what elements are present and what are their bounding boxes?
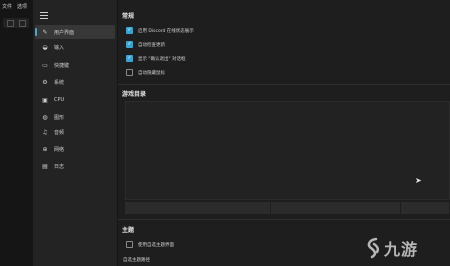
gamepad-icon: ◒: [42, 43, 48, 51]
sidebar-item-label: 系统: [54, 79, 65, 86]
watermark-logo: 九游: [364, 236, 444, 260]
toolbar: [3, 18, 29, 28]
option-label: 自动隐藏鼠标: [138, 70, 165, 76]
keyboard-icon: ▭: [42, 61, 48, 69]
left-window-strip: 文件 选项: [0, 0, 33, 266]
theme-path-label: 自选主题路径: [123, 258, 150, 263]
sidebar-item-graphics[interactable]: ◍ 图形: [35, 110, 115, 124]
sidebar-item-label: CPU: [54, 97, 65, 103]
section-general-title: 常规: [122, 13, 135, 20]
option-label: 自动检查更新: [138, 42, 165, 48]
section-divider: [118, 219, 450, 220]
checkbox-checked[interactable]: ✓: [126, 55, 133, 62]
sidebar-item-audio[interactable]: ♫ 音频: [35, 125, 115, 139]
sidebar-item-hotkeys[interactable]: ▭ 快捷键: [35, 58, 115, 72]
sidebar-item-label: 输入: [54, 44, 65, 51]
game-directory-list[interactable]: [125, 101, 450, 200]
watermark-swirl-icon: [367, 237, 380, 259]
option-auto-update[interactable]: ✓ 自动检查更新: [126, 41, 165, 48]
settings-main-pane: 常规 ✓ 启用 Discord 在线状态展示 ✓ 自动检查更新 ✓ 显示 "确认…: [118, 0, 450, 266]
sidebar-item-label: 用户界面: [54, 29, 75, 36]
gear-icon: ⚙: [42, 78, 48, 86]
palette-icon: ◍: [42, 113, 48, 121]
log-icon: ▤: [42, 162, 48, 170]
sidebar-item-ui[interactable]: ✎ 用户界面: [35, 25, 115, 39]
toolbar-square-icon[interactable]: [19, 20, 26, 27]
hamburger-menu-icon[interactable]: [40, 12, 48, 21]
section-game-dirs-title: 游戏目录: [122, 91, 147, 98]
option-label: 启用 Discord 在线状态展示: [138, 28, 194, 34]
cpu-icon: ▣: [42, 96, 48, 104]
directory-path-field[interactable]: [125, 202, 270, 214]
settings-sidebar: ✎ 用户界面 ◒ 输入 ▭ 快捷键 ⚙ 系统 ▣ CPU ◍ 图形 ♫ 音频 ⊕…: [33, 0, 118, 266]
toolbar-square-icon[interactable]: [7, 20, 14, 27]
sidebar-item-network[interactable]: ⊕ 网络: [35, 142, 115, 156]
globe-icon: ⊕: [42, 145, 48, 153]
sidebar-item-label: 图形: [54, 114, 65, 121]
option-hide-mouse[interactable]: 自动隐藏鼠标: [126, 69, 165, 76]
sidebar-item-label: 日志: [54, 163, 65, 170]
sidebar-item-log[interactable]: ▤ 日志: [35, 159, 115, 173]
sidebar-item-cpu[interactable]: ▣ CPU: [35, 93, 115, 107]
checkbox-checked[interactable]: ✓: [126, 27, 133, 34]
option-confirm-exit[interactable]: ✓ 显示 "确认退出" 对话框: [126, 55, 186, 62]
option-label: 使用自选主题界面: [138, 242, 174, 248]
sidebar-item-input[interactable]: ◒ 输入: [35, 40, 115, 54]
sidebar-item-label: 网络: [54, 146, 65, 153]
sidebar-item-label: 音频: [54, 129, 65, 136]
checkbox-unchecked[interactable]: [126, 241, 133, 248]
directory-action-button[interactable]: [270, 202, 401, 214]
menu-options[interactable]: 选项: [17, 4, 27, 10]
option-label: 显示 "确认退出" 对话框: [138, 56, 186, 62]
sidebar-item-label: 快捷键: [54, 62, 70, 69]
menu-file[interactable]: 文件: [2, 4, 12, 10]
option-custom-theme[interactable]: 使用自选主题界面: [126, 241, 174, 248]
sidebar-item-system[interactable]: ⚙ 系统: [35, 75, 115, 89]
menubar: 文件 选项: [2, 3, 32, 10]
checkbox-checked[interactable]: ✓: [126, 41, 133, 48]
directory-action-button[interactable]: [401, 202, 449, 214]
pen-icon: ✎: [42, 28, 48, 36]
option-discord-presence[interactable]: ✓ 启用 Discord 在线状态展示: [126, 27, 194, 34]
checkbox-unchecked[interactable]: [126, 69, 133, 76]
mouse-cursor-icon: ➤: [415, 176, 422, 185]
section-divider: [118, 84, 450, 85]
watermark-text: 九游: [384, 240, 419, 259]
section-theme-title: 主题: [122, 227, 135, 234]
music-icon: ♫: [42, 128, 48, 136]
game-directory-toolbar: [125, 202, 450, 214]
